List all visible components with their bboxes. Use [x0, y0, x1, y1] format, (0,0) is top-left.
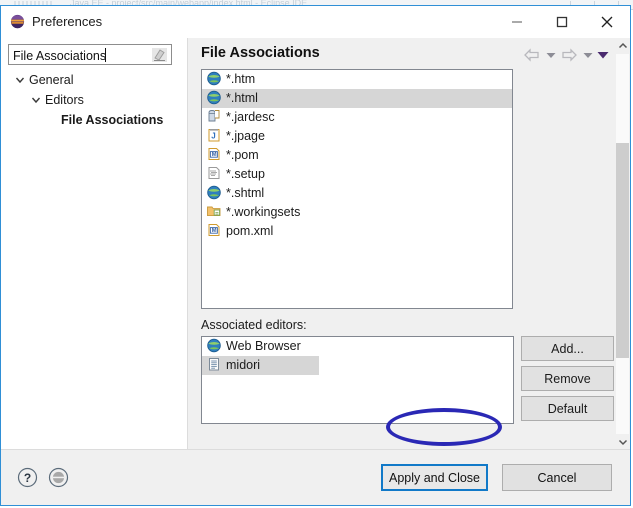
- eclipse-sphere-icon: [10, 14, 25, 29]
- preferences-dialog: Preferences File Associations General Ed…: [0, 5, 631, 506]
- caret-down-icon[interactable]: [543, 46, 558, 64]
- preference-page-pane: File Associations *.htm *.html *.jardesc…: [188, 38, 630, 450]
- restore-defaults-icon[interactable]: [48, 467, 69, 488]
- svg-text:J: J: [211, 132, 215, 141]
- tree-item-label: File Associations: [61, 113, 164, 127]
- list-item[interactable]: M pom.xml: [202, 222, 512, 241]
- svg-text:M: M: [212, 228, 217, 234]
- associated-editors-list[interactable]: Web Browser midori: [201, 336, 514, 424]
- document-icon: [206, 356, 222, 372]
- list-item-label: *.jpage: [226, 129, 265, 143]
- close-icon[interactable]: [584, 6, 629, 37]
- caret-down-filled-icon[interactable]: [595, 46, 610, 64]
- globe-icon: [206, 89, 222, 105]
- caret-down-icon[interactable]: [616, 434, 629, 450]
- svg-text:?: ?: [24, 471, 31, 485]
- page-title: File Associations: [201, 45, 320, 61]
- list-item[interactable]: *.jardesc: [202, 108, 512, 127]
- list-item-label: *.html: [226, 91, 258, 105]
- scrollbar-thumb[interactable]: [616, 143, 629, 358]
- maximize-icon[interactable]: [539, 6, 584, 37]
- chevron-down-icon[interactable]: [29, 90, 43, 110]
- preferences-tree-pane: General Editors File Associations: [1, 38, 188, 450]
- folder-icon: [206, 203, 222, 219]
- list-item-label: Web Browser: [226, 339, 301, 353]
- preferences-tree[interactable]: General Editors File Associations: [1, 70, 187, 130]
- maven-icon: M: [206, 146, 222, 162]
- dialog-title: Preferences: [32, 14, 103, 29]
- screen: Java EE - project/src/main/webapp/index.…: [0, 0, 633, 508]
- question-mark-icon[interactable]: ?: [17, 467, 38, 488]
- list-item-label: *.workingsets: [226, 205, 301, 219]
- associated-editors-label: Associated editors:: [201, 318, 307, 332]
- list-item-selected[interactable]: *.html: [202, 89, 512, 108]
- add-button-label: Add...: [551, 341, 584, 356]
- maven-icon: M: [206, 222, 222, 238]
- tree-item-general[interactable]: General: [1, 70, 187, 90]
- apply-and-close-button[interactable]: Apply and Close: [381, 464, 488, 491]
- remove-button[interactable]: Remove: [521, 366, 614, 391]
- list-item[interactable]: M *.pom: [202, 146, 512, 165]
- list-item-selected[interactable]: midori: [202, 356, 319, 375]
- tree-item-file-associations[interactable]: File Associations: [1, 110, 187, 130]
- file-types-list[interactable]: *.gradle *.htm *.html: [201, 69, 513, 309]
- remove-button-label: Remove: [544, 371, 591, 386]
- tree-item-label: Editors: [45, 93, 84, 107]
- list-item[interactable]: Web Browser: [202, 337, 513, 356]
- list-item[interactable]: J *.jpage: [202, 127, 512, 146]
- list-item-label: midori: [226, 358, 261, 372]
- eraser-icon[interactable]: [151, 47, 168, 63]
- list-item[interactable]: *.setup: [202, 165, 512, 184]
- tree-item-label: General: [29, 73, 74, 87]
- page-vertical-scrollbar[interactable]: [615, 38, 630, 450]
- caret-up-icon[interactable]: [616, 38, 629, 54]
- text-caret: [105, 48, 106, 62]
- jpage-icon: J: [206, 127, 222, 143]
- arrow-left-icon[interactable]: [521, 46, 543, 64]
- tree-item-editors[interactable]: Editors: [1, 90, 187, 110]
- preference-page-content: File Associations *.htm *.html *.jardesc…: [188, 38, 615, 450]
- setup-icon: [206, 165, 222, 181]
- dialog-titlebar: Preferences: [1, 6, 630, 38]
- caret-down-icon[interactable]: [580, 46, 595, 64]
- list-item-label: *.shtml: [226, 186, 265, 200]
- globe-icon: [206, 184, 222, 200]
- cancel-label: Cancel: [537, 470, 577, 485]
- svg-text:M: M: [212, 152, 217, 158]
- list-item-label: *.pom: [226, 148, 259, 162]
- list-item[interactable]: *.shtml: [202, 184, 512, 203]
- list-item[interactable]: *.workingsets: [202, 203, 512, 222]
- chevron-down-icon[interactable]: [13, 70, 27, 90]
- search-input[interactable]: [13, 47, 138, 64]
- list-item-label: *.setup: [226, 167, 265, 181]
- jar-icon: [206, 108, 222, 124]
- arrow-right-icon[interactable]: [558, 46, 580, 64]
- minimize-icon[interactable]: [494, 6, 539, 37]
- filter-search-box[interactable]: [8, 44, 172, 65]
- cancel-button[interactable]: Cancel: [502, 464, 612, 491]
- list-item-label: *.jardesc: [226, 110, 275, 124]
- list-item-label: pom.xml: [226, 224, 274, 238]
- dialog-footer: ? Apply and Close Cancel: [1, 449, 630, 505]
- default-button-label: Default: [547, 401, 588, 416]
- dialog-body: General Editors File Associations: [1, 38, 630, 450]
- default-button[interactable]: Default: [521, 396, 614, 421]
- list-item-label: *.htm: [226, 72, 256, 86]
- page-navigation-toolbar[interactable]: [521, 46, 610, 64]
- globe-icon: [206, 70, 222, 86]
- add-button[interactable]: Add...: [521, 336, 614, 361]
- list-item[interactable]: *.htm: [202, 70, 512, 89]
- globe-icon: [206, 337, 222, 353]
- file-types-list-inner: *.gradle *.htm *.html: [202, 70, 512, 241]
- apply-and-close-label: Apply and Close: [388, 470, 481, 485]
